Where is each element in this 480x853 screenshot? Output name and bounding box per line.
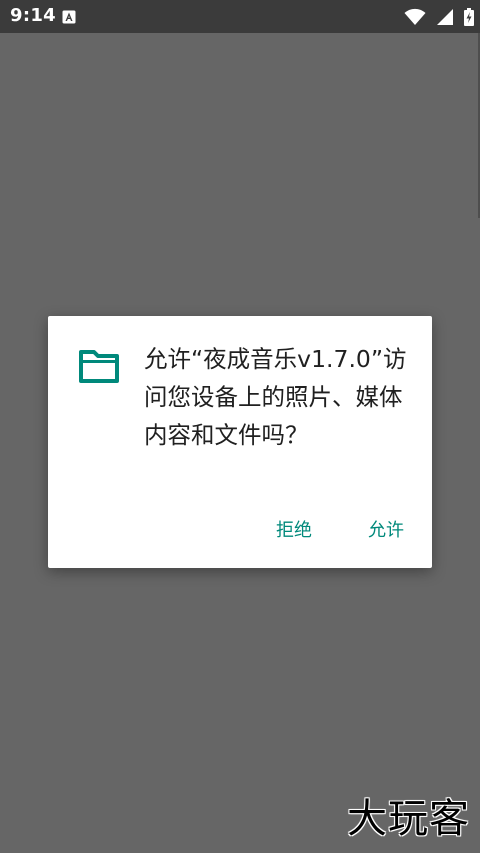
notification-a-icon xyxy=(62,9,76,24)
folder-icon xyxy=(78,348,120,384)
wifi-icon xyxy=(404,8,426,26)
allow-button[interactable]: 允许 xyxy=(364,512,408,546)
signal-icon xyxy=(436,8,454,26)
deny-button[interactable]: 拒绝 xyxy=(272,512,316,546)
permission-dialog: 允许“夜成音乐v1.7.0”访问您设备上的照片、媒体内容和文件吗？ 拒绝 允许 xyxy=(48,316,432,568)
status-bar: 9:14 xyxy=(0,0,480,33)
status-time: 9:14 xyxy=(10,5,56,26)
status-icons xyxy=(404,7,474,27)
dialog-message: 允许“夜成音乐v1.7.0”访问您设备上的照片、媒体内容和文件吗？ xyxy=(144,345,407,449)
dialog-actions: 拒绝 允许 xyxy=(272,512,408,546)
battery-charging-icon xyxy=(464,8,474,26)
watermark-text: 大玩客 xyxy=(347,796,470,842)
